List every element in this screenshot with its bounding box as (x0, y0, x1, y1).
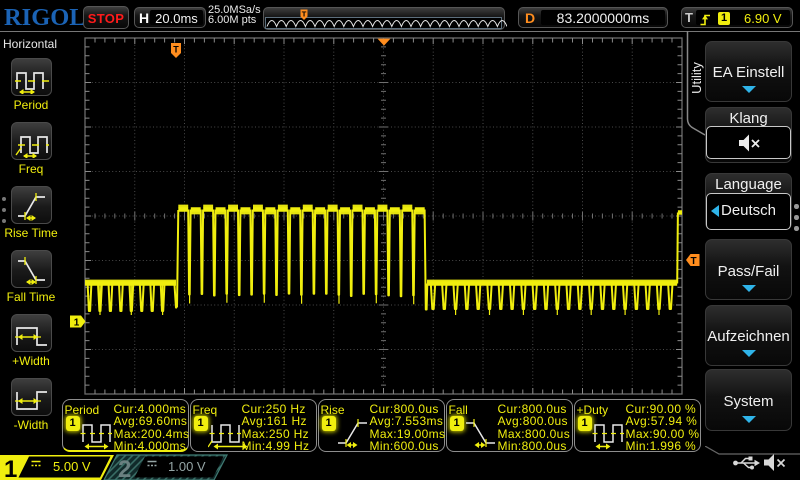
svg-text:5.00 V: 5.00 V (53, 459, 91, 474)
svg-text:1: 1 (74, 318, 80, 329)
svg-text:1: 1 (4, 456, 17, 480)
svg-text:T: T (302, 10, 307, 19)
svg-text:2: 2 (118, 456, 131, 480)
svg-text:1.00 V: 1.00 V (168, 459, 206, 474)
svg-text:T: T (173, 45, 179, 55)
svg-text:T: T (690, 256, 696, 267)
